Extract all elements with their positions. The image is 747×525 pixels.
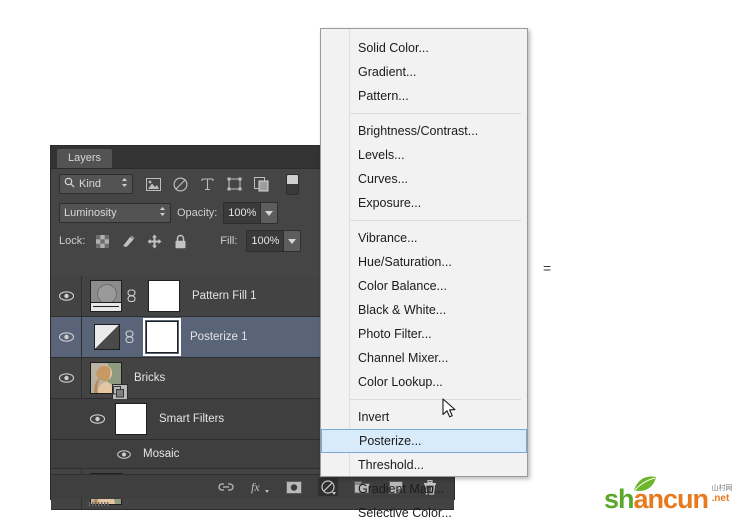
menu-item-gradient-map[interactable]: Gradient Map...	[321, 477, 527, 501]
layer-thumbnail[interactable]	[90, 362, 122, 394]
menu-item-hue-saturation[interactable]: Hue/Saturation...	[321, 250, 527, 274]
menu-item-gradient[interactable]: Gradient...	[321, 60, 527, 84]
smart-filters-mask-thumbnail[interactable]	[115, 403, 147, 435]
mask-icon	[286, 481, 302, 494]
eye-icon	[90, 414, 105, 424]
eye-icon	[117, 450, 131, 459]
link-layers-button[interactable]	[216, 478, 236, 496]
link-icon	[218, 482, 234, 492]
divider	[81, 317, 82, 357]
lock-position-icon[interactable]	[146, 233, 163, 250]
menu-item-invert[interactable]: Invert	[321, 405, 527, 429]
watermark-cn: 山村网	[712, 484, 733, 493]
menu-item-black-and-white[interactable]: Black & White...	[321, 298, 527, 322]
menu-item-vibrance[interactable]: Vibrance...	[321, 226, 527, 250]
menu-item-threshold[interactable]: Threshold...	[321, 453, 527, 477]
new-adjustment-layer-menu: Solid Color... Gradient... Pattern... Br…	[320, 28, 528, 477]
leaf-icon	[632, 475, 658, 498]
watermark-text-1: sh	[604, 484, 634, 514]
layer-visibility-toggle[interactable]	[51, 291, 81, 301]
filter-kind-select[interactable]: Kind	[59, 174, 133, 194]
opacity-value: 100%	[224, 203, 260, 223]
filter-type-icons	[145, 174, 299, 195]
chevron-down-icon[interactable]	[283, 231, 300, 251]
shape-layer-filter-icon[interactable]	[226, 176, 243, 193]
watermark-logo: shancun 山村网 .net	[604, 484, 733, 516]
blend-mode-select[interactable]: Luminosity	[59, 203, 171, 223]
layer-name: Smart Filters	[159, 413, 224, 425]
fill-field[interactable]: 100%	[246, 230, 301, 252]
watermark-net: .net	[712, 493, 733, 504]
menu-item-brightness-contrast[interactable]: Brightness/Contrast...	[321, 119, 527, 143]
layer-visibility-toggle[interactable]	[51, 332, 81, 342]
filter-visibility-toggle[interactable]	[51, 450, 137, 459]
mask-link-icon[interactable]	[123, 330, 135, 344]
layer-style-button[interactable]: fx	[250, 478, 270, 496]
pattern-preview	[97, 284, 117, 304]
mouse-cursor	[442, 398, 458, 420]
eye-icon	[59, 373, 74, 383]
lock-transparent-pixels-icon[interactable]	[94, 233, 111, 250]
menu-item-solid-color[interactable]: Solid Color...	[321, 36, 527, 60]
smart-filters-visibility-toggle[interactable]	[51, 414, 113, 424]
type-layer-filter-icon[interactable]	[199, 176, 216, 193]
layer-thumbnail[interactable]	[90, 280, 122, 312]
add-layer-mask-button[interactable]	[284, 478, 304, 496]
layer-mask-thumbnail[interactable]	[146, 321, 178, 353]
eye-icon	[59, 332, 74, 342]
menu-item-exposure[interactable]: Exposure...	[321, 191, 527, 215]
smart-object-badge	[112, 384, 128, 400]
menu-separator	[350, 399, 521, 400]
pattern-scale-bar	[91, 302, 121, 311]
pixel-layer-filter-icon[interactable]	[145, 176, 162, 193]
layer-visibility-toggle[interactable]	[51, 373, 81, 383]
chevron-updown-icon	[159, 206, 166, 220]
opacity-field[interactable]: 100%	[223, 202, 278, 224]
svg-text:fx: fx	[251, 480, 260, 494]
layer-name: Posterize 1	[190, 331, 248, 343]
fill-value: 100%	[247, 231, 283, 251]
opacity-label: Opacity:	[177, 207, 217, 219]
filter-enable-toggle[interactable]	[286, 174, 299, 195]
divider	[81, 276, 82, 316]
tab-layers-label: Layers	[68, 152, 101, 164]
chevron-down-icon[interactable]	[260, 203, 277, 223]
menu-item-photo-filter[interactable]: Photo Filter...	[321, 322, 527, 346]
smart-object-filter-icon[interactable]	[253, 176, 270, 193]
menu-separator	[350, 220, 521, 221]
divider	[81, 358, 82, 398]
chevron-updown-icon	[121, 177, 128, 191]
blend-mode-value: Luminosity	[64, 207, 117, 219]
filter-name: Mosaic	[143, 448, 179, 460]
menu-item-color-balance[interactable]: Color Balance...	[321, 274, 527, 298]
panel-resize-grip[interactable]	[51, 494, 131, 500]
filter-kind-label: Kind	[79, 178, 117, 190]
menu-item-posterize[interactable]: Posterize...	[321, 429, 527, 453]
layer-name: Bricks	[134, 372, 165, 384]
layer-thumbnail[interactable]	[94, 324, 120, 350]
search-icon	[64, 177, 75, 191]
equals-mark: =	[543, 260, 551, 276]
lock-all-icon[interactable]	[172, 233, 189, 250]
menu-item-selective-color[interactable]: Selective Color...	[321, 501, 527, 525]
menu-separator	[350, 113, 521, 114]
menu-item-pattern[interactable]: Pattern...	[321, 84, 527, 108]
menu-item-channel-mixer[interactable]: Channel Mixer...	[321, 346, 527, 370]
adjustment-layer-filter-icon[interactable]	[172, 176, 189, 193]
lock-label: Lock:	[59, 235, 85, 247]
layer-mask-thumbnail[interactable]	[148, 280, 180, 312]
fill-label: Fill:	[220, 235, 237, 247]
menu-item-color-lookup[interactable]: Color Lookup...	[321, 370, 527, 394]
menu-item-curves[interactable]: Curves...	[321, 167, 527, 191]
menu-item-levels[interactable]: Levels...	[321, 143, 527, 167]
fx-icon: fx	[251, 480, 269, 494]
tab-layers[interactable]: Layers	[57, 149, 112, 168]
mask-link-icon[interactable]	[125, 289, 137, 303]
layer-name: Pattern Fill 1	[192, 290, 257, 302]
lock-image-pixels-icon[interactable]	[120, 233, 137, 250]
eye-icon	[59, 291, 74, 301]
